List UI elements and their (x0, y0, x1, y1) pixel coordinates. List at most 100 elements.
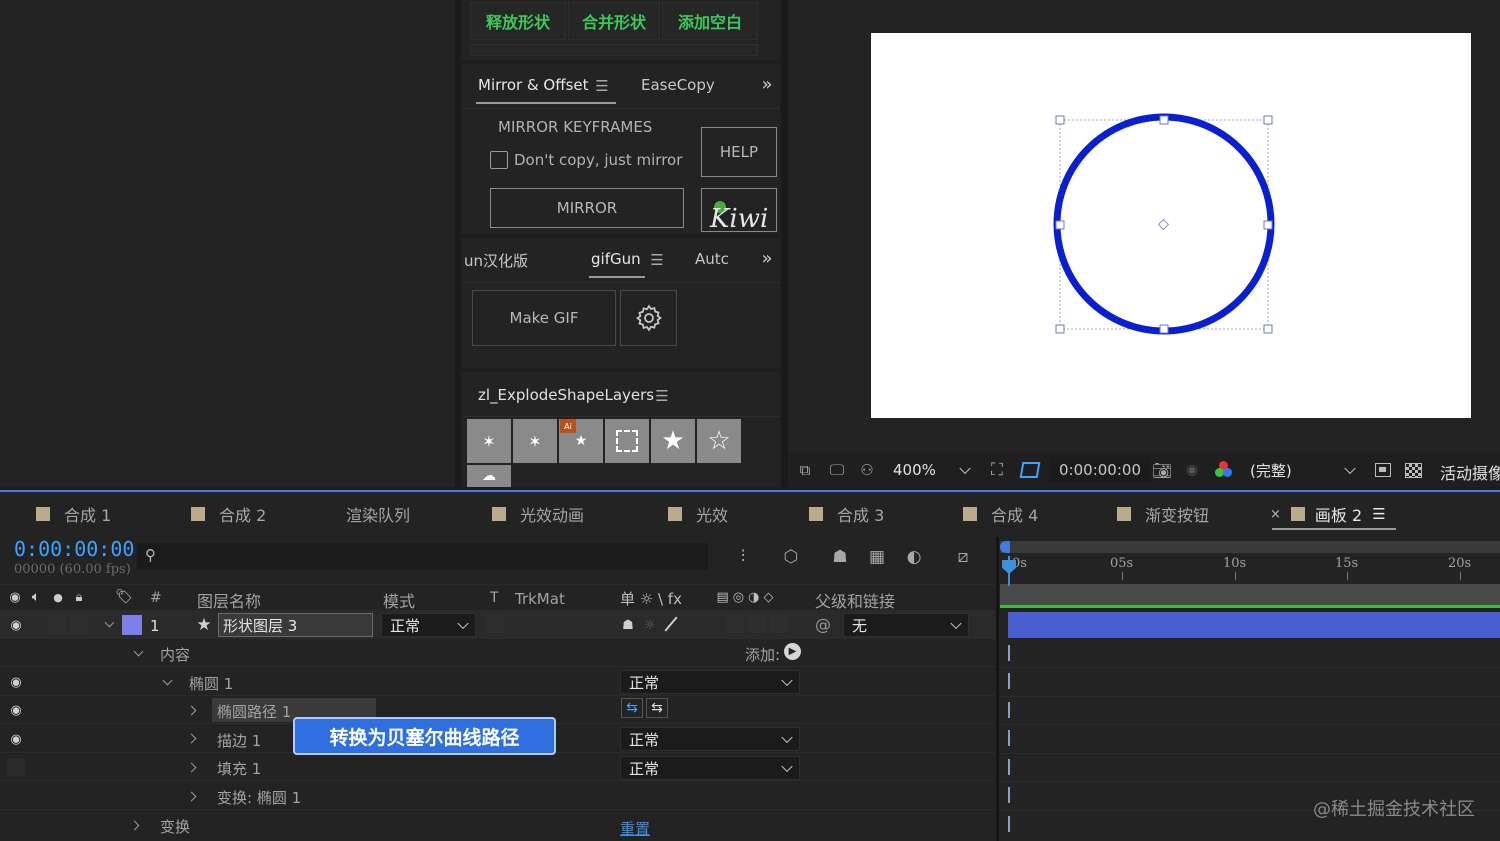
more-panels-icon[interactable]: » (758, 74, 776, 95)
tab-artboard-2[interactable]: × 画板 2 ☰ (1270, 499, 1386, 529)
motion-blur-icon[interactable]: ◐ (901, 545, 927, 569)
more-panels-icon[interactable]: » (758, 248, 776, 269)
parent-header[interactable]: 父级和链接 (815, 588, 895, 612)
kiwi-logo[interactable]: Kiwi (701, 188, 777, 232)
tab-menu-icon[interactable]: ☰ (1372, 505, 1385, 523)
trkmat-slot[interactable] (486, 615, 504, 633)
switch-slot[interactable] (748, 615, 766, 633)
dont-copy-checkbox[interactable] (490, 151, 508, 169)
contents-row[interactable] (0, 639, 998, 667)
tab-light[interactable]: 光效 (668, 499, 728, 529)
collapse-switch-icon[interactable]: ☼ (640, 615, 660, 635)
layer-mode-select[interactable]: 正常 (381, 613, 476, 637)
path-direction-left-icon[interactable]: ⇆ (621, 698, 643, 718)
merge-shape-button[interactable]: 合并形状 (568, 2, 660, 40)
add-content-icon[interactable]: ▶ (784, 643, 801, 660)
shy-switch-icon[interactable]: ☗ (618, 615, 638, 635)
transform-ellipse-row[interactable] (0, 781, 998, 810)
snapshot-camera-icon[interactable]: 📷︎ (1150, 459, 1174, 481)
frame-blending-icon[interactable]: ▦ (864, 545, 890, 569)
switch-slot[interactable] (770, 615, 788, 633)
vr-mask-icon[interactable]: ⚇ (855, 460, 879, 480)
comp-canvas[interactable] (871, 33, 1471, 418)
explode-selected-icon[interactable]: ✶ (513, 419, 557, 463)
tab-unknown-localized[interactable]: un汉化版 (464, 250, 528, 271)
active-camera-select[interactable]: 活动摄像 (1440, 460, 1500, 484)
transparency-grid-icon[interactable] (1018, 459, 1042, 481)
panel-divider[interactable] (455, 0, 459, 487)
add-null-button[interactable]: 添加空白 (662, 2, 758, 40)
ellipse-mode-select[interactable]: 正常 (620, 670, 800, 694)
layer-duration-bar[interactable] (1008, 612, 1500, 638)
mirror-button[interactable]: MIRROR (490, 188, 684, 228)
stroke-visibility-icon[interactable]: ◉ (7, 732, 25, 747)
anchor-point-icon[interactable] (1157, 218, 1170, 231)
tab-comp-4[interactable]: 合成 4 (963, 499, 1038, 529)
tab-mirror-offset[interactable]: Mirror & Offset (478, 76, 589, 94)
visibility-header-icon[interactable]: ◉ (6, 588, 24, 606)
tab-gifgun[interactable]: gifGun (591, 250, 641, 268)
composition-viewer[interactable] (788, 0, 1500, 452)
label-header-icon[interactable]: 🏷︎ (114, 588, 134, 606)
solo-header-icon[interactable]: ● (50, 588, 66, 606)
graph-editor-icon[interactable]: ⧄ (950, 545, 976, 569)
tab-render-queue[interactable]: 渲染队列 (346, 499, 410, 529)
show-snapshot-icon[interactable]: ◉ (1180, 459, 1204, 481)
quality-switch-icon[interactable] (661, 614, 681, 634)
context-menu-convert-bezier[interactable]: 转换为贝塞尔曲线路径 (293, 717, 556, 755)
panel-menu-icon[interactable]: ☰ (654, 387, 670, 405)
lock-slot[interactable] (70, 616, 88, 634)
resolution-select[interactable]: (完整) (1242, 457, 1362, 483)
mode-header[interactable]: 模式 (383, 588, 415, 612)
layer-name-field[interactable]: 形状图层 3 (218, 613, 373, 637)
panel-menu-icon[interactable]: ☰ (649, 251, 665, 269)
release-shape-button[interactable]: 释放形状 (470, 2, 566, 40)
work-area-bar[interactable] (1000, 541, 1500, 553)
fill-row[interactable] (0, 753, 998, 781)
parent-select[interactable]: 无 (843, 613, 969, 637)
help-button[interactable]: HELP (701, 127, 777, 177)
explode-all-icon[interactable]: ✶ (467, 419, 511, 463)
trkmat-header[interactable]: TrkMat (515, 590, 565, 608)
close-icon[interactable]: × (1270, 507, 1281, 522)
label-color-swatch[interactable] (122, 615, 142, 635)
ellipse-group-row[interactable] (0, 667, 998, 696)
ellipse-visibility-icon[interactable]: ◉ (7, 675, 25, 690)
always-preview-icon[interactable]: ⧉ (794, 460, 816, 480)
ellipse-shape[interactable] (1053, 113, 1275, 335)
tab-easecopy[interactable]: EaseCopy (641, 76, 715, 94)
lock-header-icon[interactable]: 🔒︎ (70, 588, 88, 606)
star-filled-icon[interactable]: ★ (651, 419, 695, 463)
draft-3d-icon[interactable]: ⬡ (778, 545, 804, 569)
panel-menu-icon[interactable]: ☰ (594, 77, 610, 95)
stroke-mode-select[interactable]: 正常 (620, 727, 800, 751)
time-ruler[interactable] (1000, 555, 1500, 582)
region-of-interest-icon[interactable] (1372, 459, 1394, 481)
shy-layers-icon[interactable]: ☗ (827, 545, 853, 569)
tab-light-anim[interactable]: 光效动画 (492, 499, 584, 529)
current-time-display[interactable]: 0:00:00:00 (1050, 457, 1150, 483)
path-direction-right-icon[interactable]: ⇆ (646, 698, 668, 718)
fill-visibility-slot[interactable] (7, 758, 25, 776)
checkerboard-icon[interactable] (1402, 459, 1424, 481)
timeline-timecode[interactable]: 0:00:00:00 (14, 537, 134, 561)
import-ai-icon[interactable]: Ai ★ (559, 419, 603, 463)
ellipse-path-visibility-icon[interactable]: ◉ (7, 703, 25, 718)
comp-flowchart-icon[interactable]: ⫶ (730, 545, 756, 569)
color-channels-icon[interactable] (1214, 461, 1234, 479)
layer-name-header[interactable]: 图层名称 (197, 588, 261, 612)
tab-comp-2[interactable]: 合成 2 (191, 499, 266, 529)
reset-link[interactable]: 重置 (620, 818, 650, 839)
audio-header-icon[interactable]: 🔈︎ (27, 588, 45, 606)
layer-visibility-icon[interactable]: ◉ (7, 618, 25, 633)
tab-auto[interactable]: Autc (695, 250, 729, 268)
zoom-select[interactable]: 400% (885, 457, 977, 483)
bounding-box-icon[interactable] (605, 419, 649, 463)
fill-mode-select[interactable]: 正常 (620, 756, 800, 780)
star-outline-icon[interactable]: ☆ (697, 419, 741, 463)
settings-button[interactable] (620, 290, 677, 346)
transform-row[interactable] (0, 810, 998, 841)
cloud-icon[interactable]: ☁ (467, 465, 511, 487)
tab-comp-1[interactable]: 合成 1 (36, 499, 111, 529)
tab-gradient-button[interactable]: 渐变按钮 (1117, 499, 1209, 529)
